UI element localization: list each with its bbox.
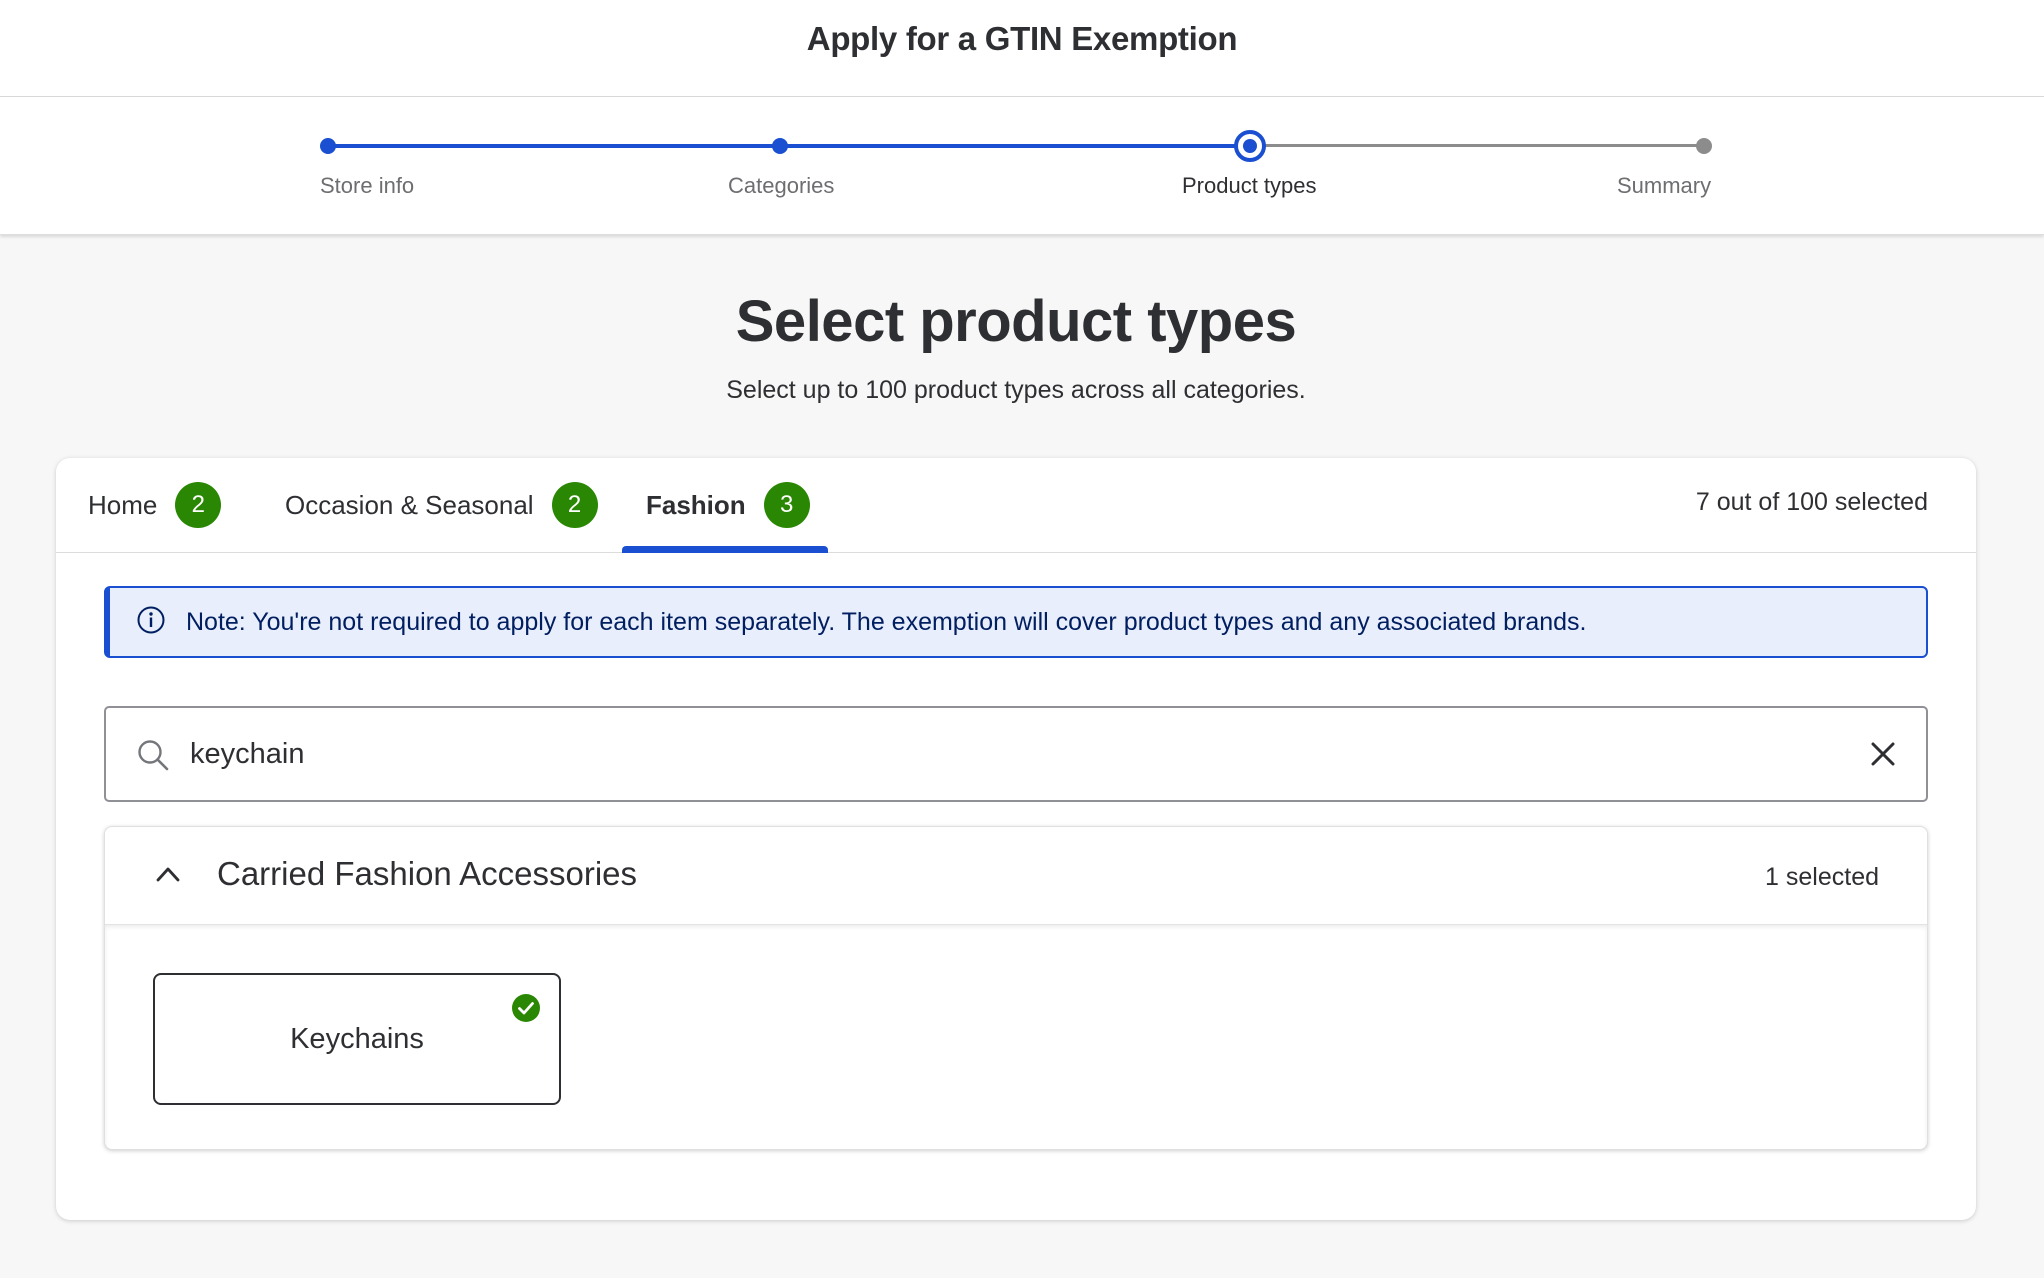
chevron-up-icon (155, 865, 181, 888)
checkmark-icon (511, 993, 541, 1023)
selection-count: 7 out of 100 selected (1695, 488, 1928, 516)
step-label-product-types: Product types (1182, 173, 1317, 198)
app-header: Apply for a GTIN Exemption (0, 0, 2044, 97)
tab-home[interactable]: Home 2 (88, 480, 222, 530)
category-accordion: Carried Fashion Accessories 1 selected K… (104, 826, 1928, 1150)
info-note: Note: You're not required to apply for e… (104, 586, 1928, 658)
step-dot-product-types (1234, 130, 1266, 162)
tab-count-badge: 2 (551, 482, 598, 528)
step-label-summary: Summary (1617, 173, 1712, 198)
tab-occasion-seasonal[interactable]: Occasion & Seasonal 2 (285, 480, 598, 530)
page-header-title: Apply for a GTIN Exemption (806, 20, 1238, 57)
tab-fashion[interactable]: Fashion 3 (646, 480, 810, 530)
search-box (104, 706, 1928, 802)
tab-count-badge: 2 (175, 482, 222, 528)
stepper-progress-line (328, 144, 1250, 148)
product-type-label: Keychains (290, 1023, 424, 1055)
step-label-categories: Categories (728, 173, 835, 198)
close-icon[interactable] (1870, 741, 1896, 772)
tab-label: Home (88, 489, 158, 520)
product-types-card: Home 2 Occasion & Seasonal 2 Fashion 3 7… (56, 458, 1976, 1220)
stepper-remaining-line (1250, 144, 1704, 147)
active-tab-indicator (622, 546, 828, 553)
step-dot-summary (1696, 138, 1712, 154)
accordion-title: Carried Fashion Accessories (217, 855, 638, 892)
note-text: Note: You're not required to apply for e… (186, 607, 1587, 636)
accordion-selected-count: 1 selected (1765, 863, 1879, 891)
accordion-body: Keychains (105, 925, 1927, 1151)
category-tabs: Home 2 Occasion & Seasonal 2 Fashion 3 7… (56, 458, 1976, 553)
step-dot-categories (772, 138, 788, 154)
page-subtitle: Select up to 100 product types across al… (726, 376, 1306, 404)
step-label-store-info: Store info (320, 173, 415, 198)
product-type-tile-keychains[interactable]: Keychains (153, 973, 561, 1105)
search-icon (136, 738, 170, 777)
page-title: Select product types (735, 289, 1297, 354)
search-input[interactable] (188, 728, 1768, 780)
step-dot-store-info (320, 138, 336, 154)
tab-label: Occasion & Seasonal (285, 489, 534, 520)
accordion-header[interactable]: Carried Fashion Accessories 1 selected (105, 827, 1927, 925)
progress-stepper: Store info Categories Product types Summ… (0, 97, 2044, 235)
tab-count-badge: 3 (763, 482, 810, 528)
tab-label: Fashion (646, 489, 746, 520)
info-icon (136, 605, 166, 640)
